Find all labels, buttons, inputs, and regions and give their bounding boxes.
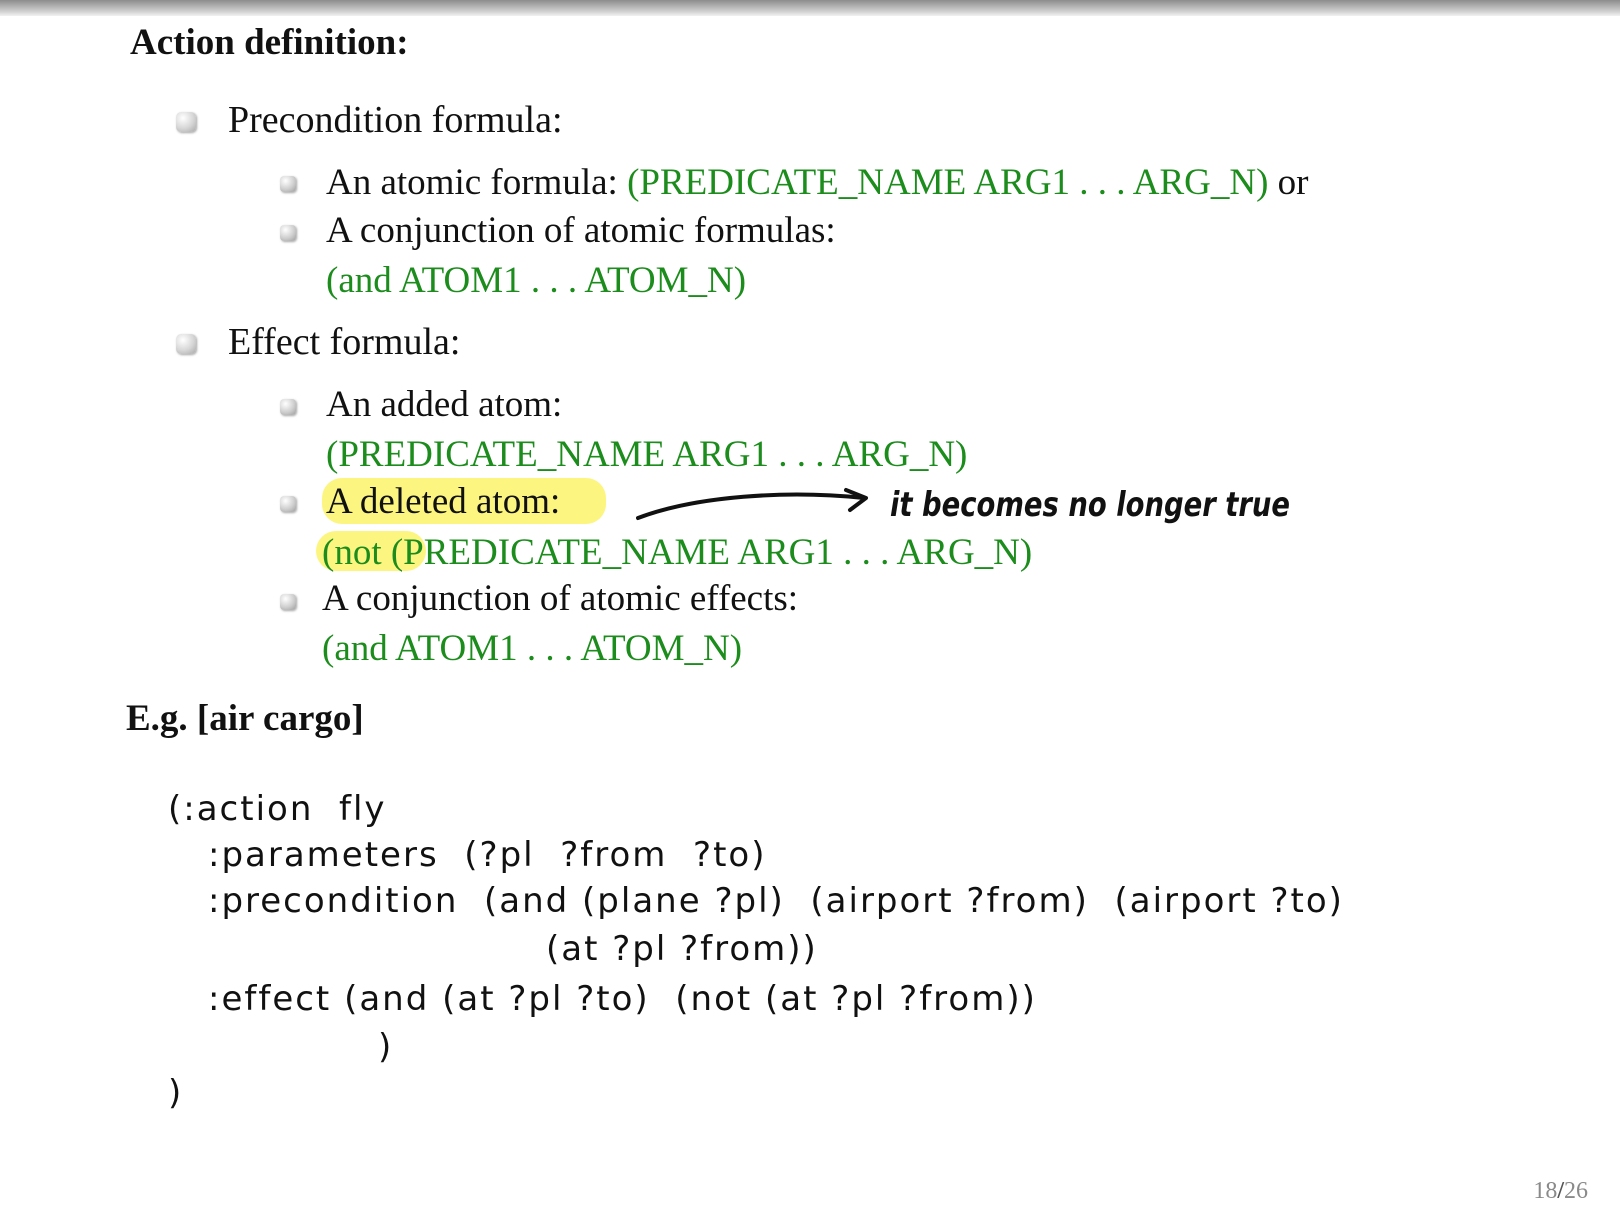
code-line: ): [168, 1073, 184, 1113]
atomic-formula-text: An atomic formula:: [326, 162, 628, 203]
added-atom-text: An added atom:: [326, 384, 563, 425]
effect-label: Effect formula:: [228, 321, 461, 363]
deleted-atom-text: A deleted atom:: [326, 481, 561, 522]
code-line: ): [378, 1027, 394, 1067]
sub-bullet-icon: [280, 176, 296, 192]
code-line: (:action fly: [168, 789, 387, 829]
atomic-formula-code: (PREDICATE_NAME ARG1 . . . ARG_N): [627, 162, 1269, 203]
conjunction-formula-code: (and ATOM1 . . . ATOM_N): [326, 260, 747, 301]
sub-bullet-icon: [280, 225, 296, 241]
added-atom-code: (PREDICATE_NAME ARG1 . . . ARG_N): [326, 434, 968, 475]
conjunction-formula-text: A conjunction of atomic formulas:: [326, 210, 836, 251]
conjunction-effects-code: (and ATOM1 . . . ATOM_N): [322, 628, 743, 669]
handwritten-note: it becomes no longer true: [890, 485, 1290, 525]
code-line: :effect (and (at ?pl ?to) (not (at ?pl ?…: [208, 979, 1037, 1019]
page-current: 18: [1533, 1178, 1558, 1204]
bullet-icon: [176, 112, 196, 132]
page-total: 26: [1564, 1178, 1588, 1204]
code-line: :precondition (and (plane ?pl) (airport …: [208, 881, 1344, 921]
example-title: E.g. [air cargo]: [126, 698, 364, 739]
arrowhead-icon: [844, 488, 868, 512]
sub-bullet-icon: [280, 594, 296, 610]
atomic-formula-suffix: or: [1268, 162, 1309, 203]
sub-bullet-icon: [280, 399, 296, 415]
deleted-atom-code: (PREDICATE_NAME ARG1 . . . ARG_N): [390, 532, 1033, 573]
deleted-atom-code-line: (not (PREDICATE_NAME ARG1 . . . ARG_N): [322, 534, 1032, 571]
code-line: :parameters (?pl ?from ?to): [208, 835, 767, 875]
code-line: (at ?pl ?from)): [546, 929, 818, 969]
conjunction-effects-text: A conjunction of atomic effects:: [322, 578, 799, 619]
deleted-atom-not: (not: [322, 532, 391, 573]
arrow-line: [636, 492, 866, 520]
precondition-label: Precondition formula:: [228, 99, 563, 141]
page-number: 18/26: [1533, 1178, 1588, 1204]
section-title: Action definition:: [130, 22, 409, 63]
atomic-formula-line: An atomic formula: (PREDICATE_NAME ARG1 …: [326, 164, 1309, 201]
sub-bullet-icon: [280, 496, 296, 512]
top-shadow-bar: [0, 0, 1620, 16]
bullet-icon: [176, 334, 196, 354]
